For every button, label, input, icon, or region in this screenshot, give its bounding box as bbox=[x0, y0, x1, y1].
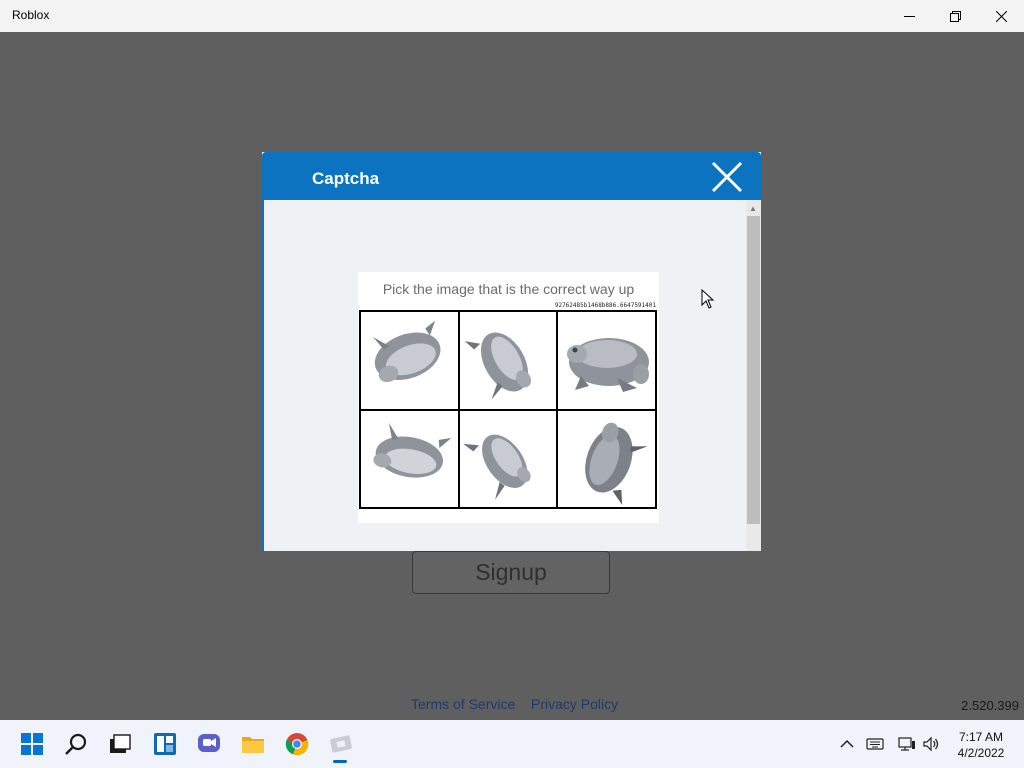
widgets-button[interactable] bbox=[153, 732, 177, 756]
windows-logo-icon bbox=[21, 733, 43, 755]
captcha-tile[interactable] bbox=[458, 311, 558, 410]
modal-edge bbox=[262, 200, 264, 551]
captcha-tile[interactable] bbox=[557, 311, 656, 410]
teams-chat-button[interactable] bbox=[197, 732, 221, 756]
restore-button[interactable] bbox=[932, 0, 978, 32]
volume-icon[interactable] bbox=[922, 736, 940, 752]
captcha-header: Captcha bbox=[262, 152, 761, 200]
version-label: 2.520.399 bbox=[961, 698, 1019, 713]
roblox-app-button[interactable] bbox=[329, 732, 353, 756]
close-window-button[interactable] bbox=[978, 0, 1024, 32]
keyboard-icon[interactable] bbox=[866, 736, 884, 752]
roblox-icon bbox=[330, 735, 352, 753]
window-title: Roblox bbox=[12, 8, 50, 22]
task-view-button[interactable] bbox=[108, 732, 132, 756]
rotated-frog-icon bbox=[584, 422, 648, 505]
scrollbar-thumb[interactable] bbox=[747, 216, 760, 524]
active-app-indicator bbox=[333, 760, 347, 763]
clock-date: 4/2/2022 bbox=[957, 746, 1005, 760]
terms-of-service-link[interactable]: Terms of Service bbox=[411, 696, 515, 712]
network-icon[interactable] bbox=[898, 736, 916, 752]
restore-icon bbox=[949, 10, 961, 22]
minimize-button[interactable] bbox=[886, 0, 932, 32]
task-view-icon bbox=[110, 734, 131, 753]
window-titlebar: Roblox bbox=[0, 0, 1024, 32]
captcha-title: Captcha bbox=[312, 169, 380, 188]
chrome-button[interactable] bbox=[285, 732, 309, 756]
search-icon bbox=[65, 733, 87, 755]
taskbar-clock[interactable]: 7:17 AM 4/2/2022 bbox=[950, 729, 1012, 761]
captcha-tile[interactable] bbox=[458, 409, 558, 508]
captcha-session-code: 92762485b1468b886.6647591401 bbox=[554, 302, 656, 309]
captcha-tile[interactable] bbox=[360, 409, 459, 508]
rotated-frog-icon bbox=[373, 320, 441, 383]
chat-icon bbox=[198, 734, 220, 752]
privacy-policy-link[interactable]: Privacy Policy bbox=[531, 696, 618, 712]
rotated-frog-icon bbox=[463, 434, 531, 500]
close-icon bbox=[995, 10, 1007, 22]
rotated-frog-icon bbox=[464, 332, 531, 400]
captcha-tile[interactable] bbox=[557, 409, 656, 508]
start-button[interactable] bbox=[20, 732, 44, 756]
captcha-tile[interactable] bbox=[360, 311, 459, 410]
file-explorer-button[interactable] bbox=[241, 732, 265, 756]
chevron-up-icon[interactable] bbox=[838, 736, 856, 752]
captcha-prompt: Pick the image that is the correct way u… bbox=[382, 281, 635, 297]
scroll-up-icon[interactable]: ▲ bbox=[749, 204, 757, 213]
rotated-frog-icon bbox=[373, 422, 452, 478]
close-icon[interactable] bbox=[710, 160, 744, 194]
minimize-icon bbox=[903, 15, 915, 17]
captcha-grid bbox=[359, 310, 657, 509]
mouse-cursor-icon bbox=[701, 289, 715, 309]
signup-button[interactable]: Signup bbox=[412, 551, 610, 594]
chrome-icon bbox=[285, 733, 309, 756]
folder-icon bbox=[242, 737, 264, 753]
clock-time: 7:17 AM bbox=[958, 730, 1004, 744]
upright-frog-icon bbox=[566, 338, 649, 393]
widgets-icon bbox=[154, 733, 176, 755]
captcha-panel: Pick the image that is the correct way u… bbox=[358, 272, 659, 523]
search-button[interactable] bbox=[64, 732, 88, 756]
captcha-modal: Captcha ▲ Pick the image that is the cor… bbox=[262, 152, 761, 551]
